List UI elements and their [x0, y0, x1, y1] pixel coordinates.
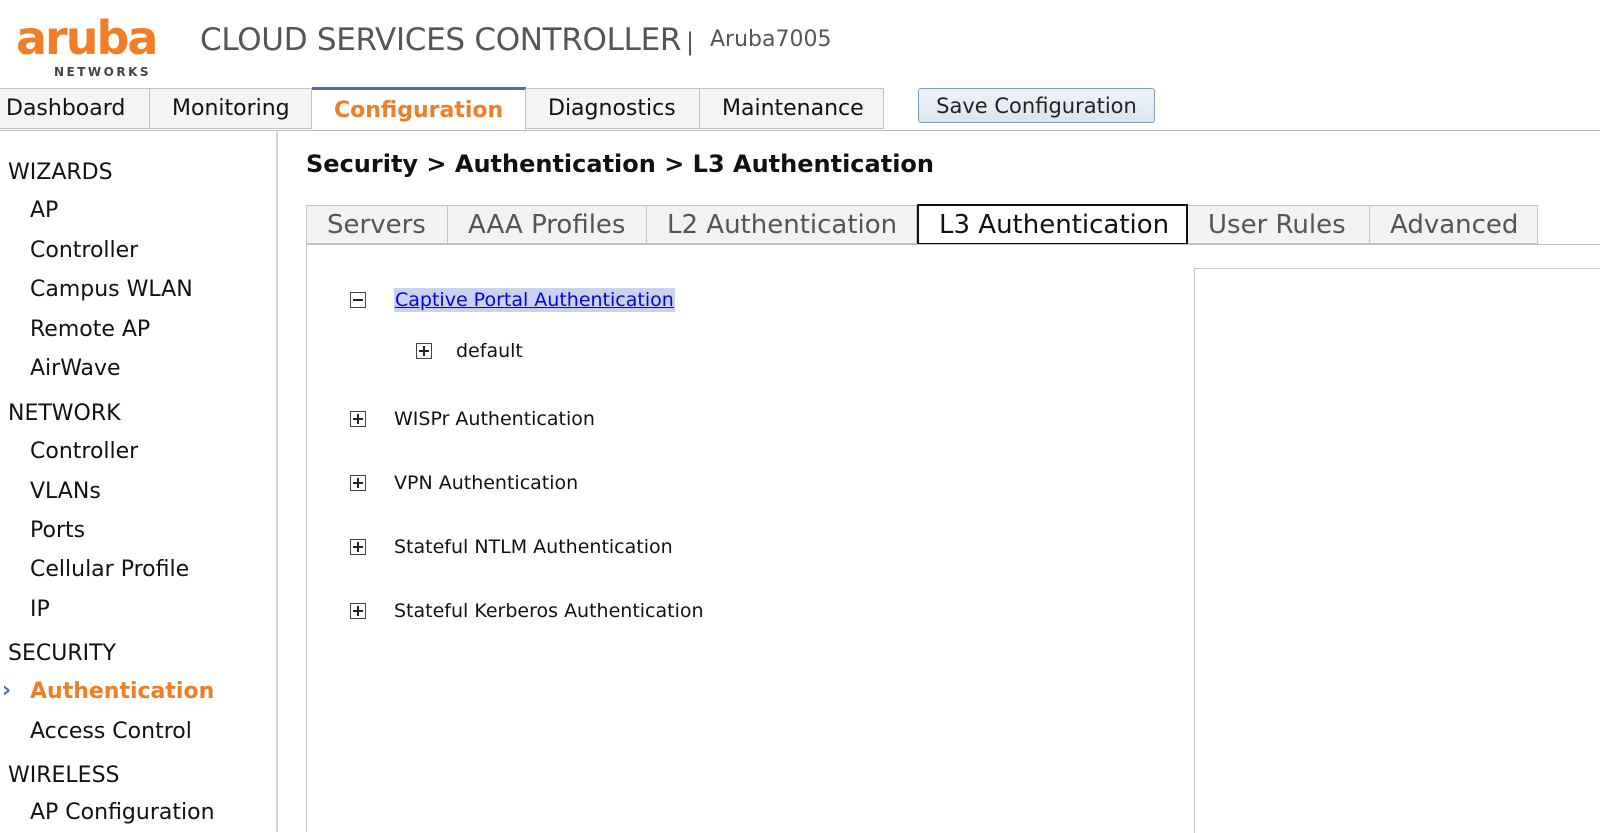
tab-monitoring[interactable]: Monitoring [150, 88, 312, 129]
authentication-tabs: Servers AAA Profiles L2 Authentication L… [306, 204, 1538, 245]
sidebar-section-wizards: WIZARDS [8, 160, 113, 185]
tab-maintenance[interactable]: Maintenance [700, 88, 884, 129]
tree-item-label[interactable]: WISPr Authentication [394, 408, 595, 430]
sidebar-item-controller[interactable]: Controller [30, 439, 138, 464]
product-title: CLOUD SERVICES CONTROLLER [200, 22, 682, 58]
sidebar-item-ap[interactable]: AP [30, 198, 58, 223]
tab-l2-authentication[interactable]: L2 Authentication [647, 205, 917, 244]
expand-icon[interactable] [350, 411, 366, 427]
aruba-logo: aruba NETWORKS [16, 14, 180, 80]
tab-configuration[interactable]: Configuration [312, 87, 526, 130]
tab-dashboard[interactable]: Dashboard [0, 88, 150, 129]
expand-icon[interactable] [350, 603, 366, 619]
sidebar-section-security: SECURITY [8, 641, 116, 666]
sidebar: WIZARDS AP Controller Campus WLAN Remote… [0, 132, 278, 832]
save-configuration-button[interactable]: Save Configuration [918, 88, 1155, 123]
sidebar-item-airwave[interactable]: AirWave [30, 356, 121, 381]
breadcrumb: Security > Authentication > L3 Authentic… [306, 150, 934, 178]
tree-item-wispr: WISPr Authentication [350, 408, 595, 430]
tree-item-label[interactable]: default [456, 340, 523, 362]
sidebar-item-ip[interactable]: IP [30, 597, 50, 622]
tree-item-default: default [416, 340, 523, 362]
tree-item-label[interactable]: Stateful Kerberos Authentication [394, 600, 704, 622]
tree-item-captive-portal: Captive Portal Authentication [350, 288, 675, 312]
expand-icon[interactable] [350, 475, 366, 491]
top-navigation: Dashboard Monitoring Configuration Diagn… [0, 87, 884, 131]
device-name: Aruba7005 [710, 27, 832, 52]
tab-diagnostics[interactable]: Diagnostics [526, 88, 700, 129]
sidebar-item-authentication[interactable]: Authentication [30, 679, 214, 704]
svg-text:aruba: aruba [16, 14, 156, 65]
sidebar-item-ports[interactable]: Ports [30, 518, 85, 543]
title-separator: | [686, 28, 695, 56]
tree-item-stateful-kerberos: Stateful Kerberos Authentication [350, 600, 704, 622]
tree-item-label[interactable]: VPN Authentication [394, 472, 578, 494]
sidebar-section-network: NETWORK [8, 401, 121, 426]
tab-aaa-profiles[interactable]: AAA Profiles [448, 205, 647, 244]
profile-details-panel [1194, 268, 1600, 833]
sidebar-item-cellular-profile[interactable]: Cellular Profile [30, 557, 189, 582]
tree-item-label[interactable]: Stateful NTLM Authentication [394, 536, 673, 558]
tab-advanced[interactable]: Advanced [1370, 205, 1538, 244]
tree-item-stateful-ntlm: Stateful NTLM Authentication [350, 536, 673, 558]
tab-servers[interactable]: Servers [306, 205, 448, 244]
tab-l3-authentication[interactable]: L3 Authentication [917, 204, 1188, 245]
sidebar-section-wireless: WIRELESS [8, 763, 120, 788]
tree-item-label[interactable]: Captive Portal Authentication [394, 288, 675, 312]
sidebar-item-ap-configuration[interactable]: AP Configuration [30, 800, 215, 825]
expand-icon[interactable] [416, 343, 432, 359]
tree-item-vpn: VPN Authentication [350, 472, 578, 494]
aruba-logo-mark: aruba NETWORKS [16, 14, 158, 79]
sidebar-item-controller-wizard[interactable]: Controller [30, 238, 138, 263]
tab-user-rules[interactable]: User Rules [1188, 205, 1370, 244]
active-indicator-icon: › [2, 678, 12, 703]
expand-icon[interactable] [350, 539, 366, 555]
collapse-icon[interactable] [350, 292, 366, 308]
svg-text:NETWORKS: NETWORKS [54, 65, 151, 79]
sidebar-item-vlans[interactable]: VLANs [30, 479, 101, 504]
sidebar-item-access-control[interactable]: Access Control [30, 719, 192, 744]
sidebar-item-campus-wlan[interactable]: Campus WLAN [30, 277, 193, 302]
sidebar-item-remote-ap[interactable]: Remote AP [30, 317, 150, 342]
